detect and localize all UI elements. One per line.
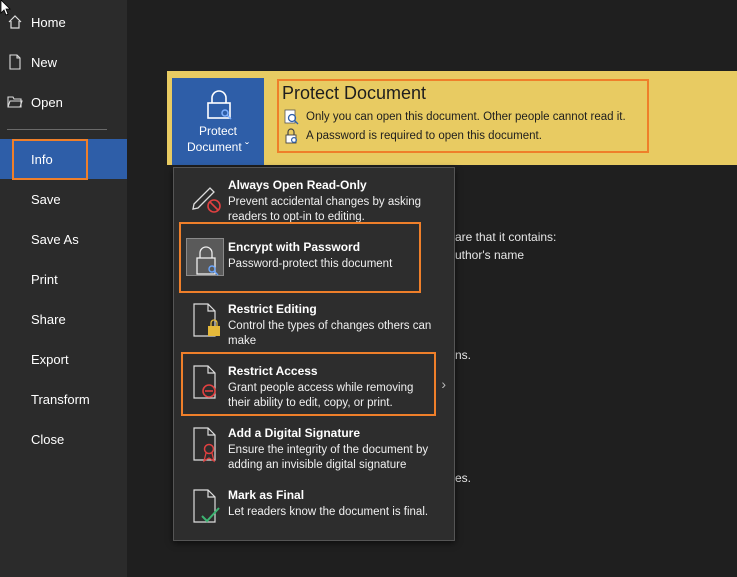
nav-info-label: Info (31, 151, 53, 167)
inspect-text-1: are that it contains: (455, 230, 557, 244)
new-document-icon (9, 54, 21, 70)
document-ribbon-icon (193, 427, 216, 463)
nav-new[interactable]: New (0, 42, 127, 82)
protect-status-line-2: A password is required to open this docu… (283, 128, 542, 144)
menu-item-title: Encrypt with Password (228, 240, 361, 254)
nav-save-as-label: Save As (31, 231, 79, 247)
nav-close-label: Close (31, 431, 65, 447)
menu-item-desc: Control the types of changes others can … (228, 320, 432, 347)
document-no-access-icon (193, 365, 216, 399)
search-document-icon (284, 109, 299, 125)
nav-divider (7, 129, 107, 130)
nav-save[interactable]: Save (0, 179, 127, 219)
document-check-icon (193, 489, 220, 523)
menu-item-desc: Prevent accidental changes by asking rea… (228, 196, 422, 223)
document-lock-icon (193, 303, 220, 337)
nav-save-as[interactable]: Save As (0, 219, 127, 259)
protect-status-text-2: A password is required to open this docu… (306, 130, 542, 142)
password-lock-icon (285, 128, 298, 144)
nav-open[interactable]: Open (0, 82, 127, 122)
protect-document-button[interactable]: Protect Document ˇ (172, 78, 264, 165)
nav-open-label: Open (31, 94, 63, 110)
protect-status-text-1: Only you can open this document. Other p… (306, 111, 626, 123)
menu-item-desc: Ensure the integrity of the document by … (228, 444, 429, 471)
menu-item-desc: Let readers know the document is final. (228, 506, 429, 518)
pencil-no-icon (192, 187, 221, 213)
protect-title: Protect Document (282, 83, 427, 103)
menu-item-title: Restrict Editing (228, 302, 317, 316)
menu-restrict-access[interactable]: Restrict Access Grant people access whil… (174, 356, 454, 418)
menu-item-desc: Grant people access while removing their… (228, 382, 414, 409)
nav-share[interactable]: Share (0, 299, 127, 339)
mouse-cursor-icon (0, 0, 11, 16)
menu-mark-as-final[interactable]: Mark as Final Let readers know the docum… (174, 480, 454, 542)
nav-print[interactable]: Print (0, 259, 127, 299)
lock-key-icon (207, 90, 232, 120)
nav-home[interactable]: Home (0, 2, 127, 42)
nav-print-label: Print (31, 271, 58, 287)
nav-export[interactable]: Export (0, 339, 127, 379)
protect-status-line-1: Only you can open this document. Other p… (283, 109, 626, 125)
inspect-text-2: uthor's name (455, 248, 524, 262)
protect-button-label-2: Document ˇ (186, 140, 250, 154)
protect-document-menu: Always Open Read-Only Prevent accidental… (173, 167, 455, 541)
nav-transform-label: Transform (31, 391, 90, 407)
protect-button-label-1: Protect (198, 124, 237, 138)
menu-add-digital-signature[interactable]: Add a Digital Signature Ensure the integ… (174, 418, 454, 480)
nav-transform[interactable]: Transform (0, 379, 127, 419)
menu-item-title: Always Open Read-Only (228, 178, 367, 192)
menu-restrict-editing[interactable]: Restrict Editing Control the types of ch… (174, 294, 454, 356)
nav-home-label: Home (31, 14, 66, 30)
menu-item-title: Restrict Access (228, 364, 318, 378)
menu-item-desc: Password-protect this document (228, 258, 393, 270)
nav-close[interactable]: Close (0, 419, 127, 459)
chevron-right-icon[interactable]: › (441, 376, 446, 392)
menu-item-title: Mark as Final (228, 488, 305, 502)
lock-key-icon (196, 246, 219, 276)
nav-info[interactable]: Info (0, 139, 127, 179)
open-folder-icon (7, 96, 23, 108)
home-icon (8, 15, 22, 29)
nav-save-label: Save (31, 191, 61, 207)
nav-new-label: New (31, 54, 58, 70)
inspect-text-3: ns. (455, 348, 472, 362)
nav-share-label: Share (31, 311, 66, 327)
nav-export-label: Export (31, 351, 69, 367)
menu-always-open-read-only[interactable]: Always Open Read-Only Prevent accidental… (174, 170, 454, 232)
menu-item-title: Add a Digital Signature (228, 426, 361, 440)
inspect-text-4: es. (455, 471, 472, 485)
menu-encrypt-with-password[interactable]: Encrypt with Password Password-protect t… (174, 232, 454, 294)
backstage-sidebar: Home New Open Info Save Save As Print Sh… (0, 0, 127, 577)
